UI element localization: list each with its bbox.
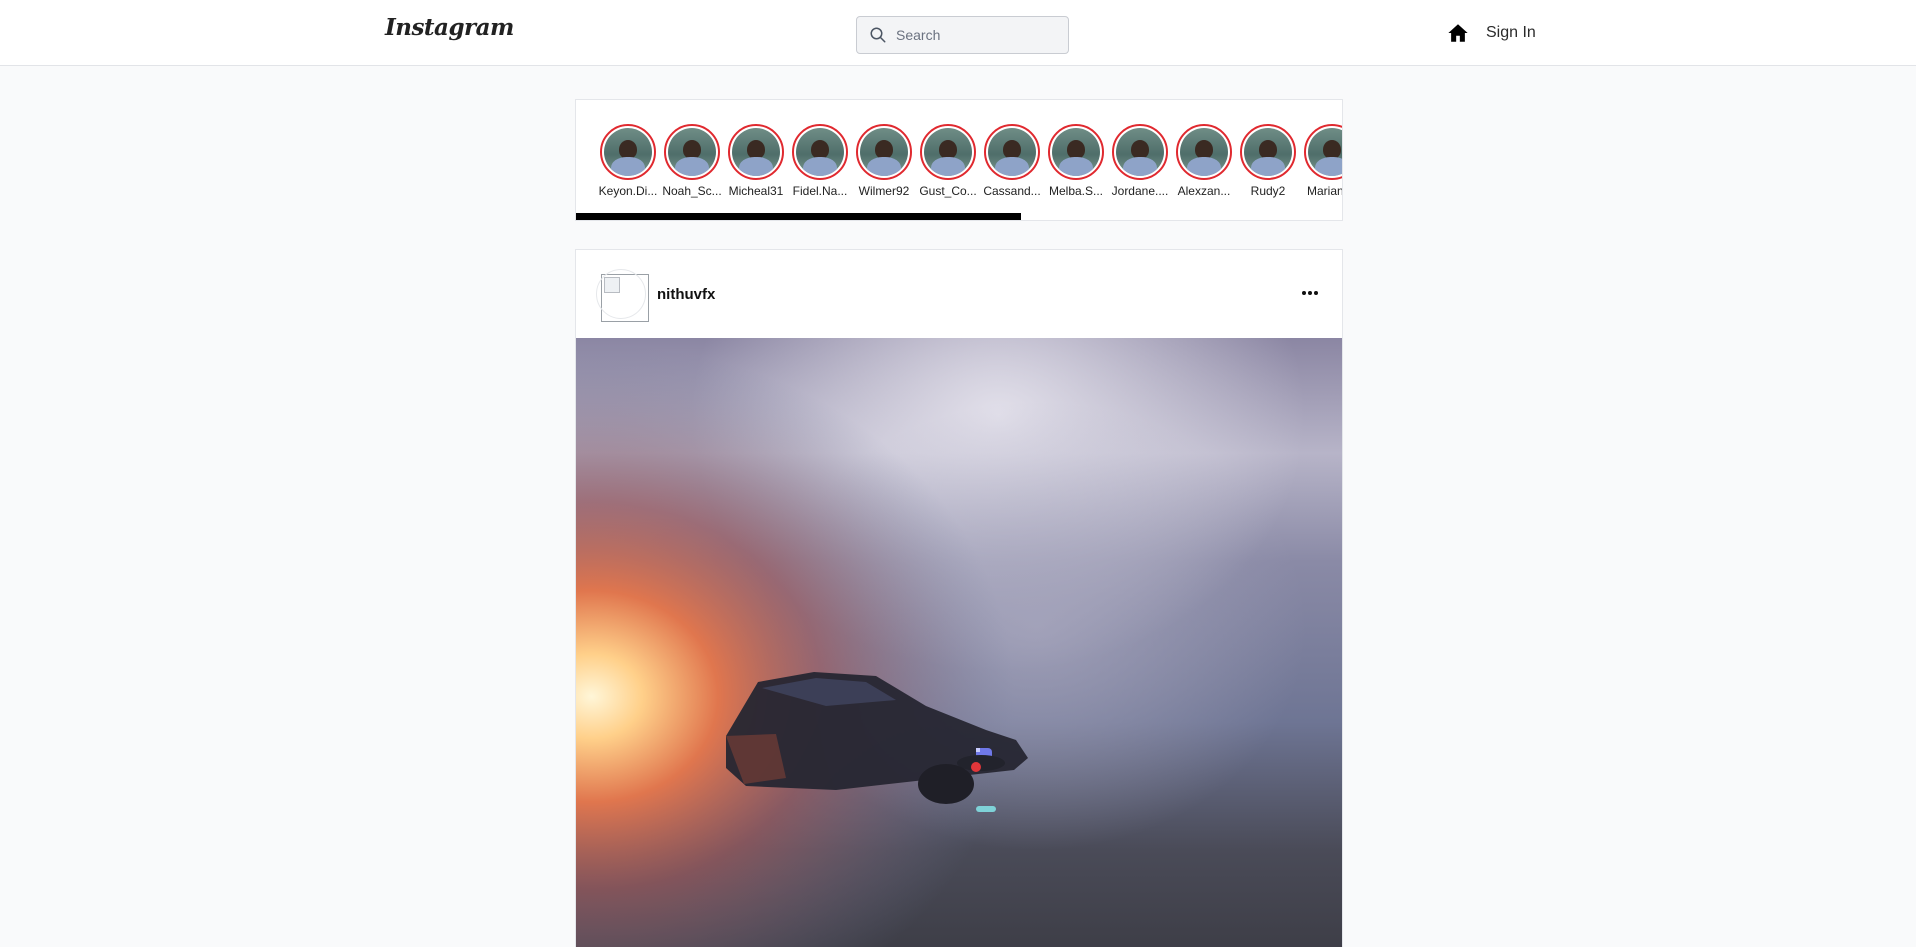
post-image[interactable] (576, 338, 1343, 947)
story-item[interactable]: Micheal31 (724, 124, 788, 198)
story-item[interactable]: Alexzan... (1172, 124, 1236, 198)
story-username: Alexzan... (1177, 184, 1231, 198)
story-avatar (1180, 128, 1228, 176)
story-avatar (604, 128, 652, 176)
avatar-body (803, 157, 837, 176)
story-username: Marianne (1306, 184, 1343, 198)
story-item[interactable]: Fidel.Na... (788, 124, 852, 198)
story-avatar (732, 128, 780, 176)
story-ring (728, 124, 784, 180)
story-username: Rudy2 (1250, 184, 1286, 198)
post-card: nithuvfx (575, 249, 1343, 947)
avatar-body (995, 157, 1029, 176)
avatar-body (1251, 157, 1285, 176)
story-username: Wilmer92 (858, 184, 910, 198)
post-username[interactable]: nithuvfx (657, 286, 715, 303)
story-item[interactable]: Marianne (1300, 124, 1343, 198)
stories-track: Keyon.Di... Noah_Sc... Micheal31 Fidel.Na..… (596, 124, 1343, 198)
story-avatar (1052, 128, 1100, 176)
home-icon[interactable] (1447, 22, 1469, 44)
story-item[interactable]: Gust_Co... (916, 124, 980, 198)
story-avatar (1116, 128, 1164, 176)
story-username: Cassand... (983, 184, 1041, 198)
story-ring (600, 124, 656, 180)
top-navbar: Instagram Sign In (0, 0, 1916, 66)
story-avatar (796, 128, 844, 176)
story-item[interactable]: Wilmer92 (852, 124, 916, 198)
search-icon (870, 27, 886, 43)
story-ring (664, 124, 720, 180)
avatar-body (1123, 157, 1157, 176)
story-avatar (860, 128, 908, 176)
story-item[interactable]: Melba.S... (1044, 124, 1108, 198)
stories-bar: Keyon.Di... Noah_Sc... Micheal31 Fidel.Na..… (575, 99, 1343, 221)
avatar-body (611, 157, 645, 176)
story-ring (792, 124, 848, 180)
story-username: Noah_Sc... (662, 184, 722, 198)
avatar-body (931, 157, 965, 176)
avatar-body (1315, 157, 1342, 176)
sign-in-link[interactable]: Sign In (1486, 24, 1536, 42)
story-username: Gust_Co... (919, 184, 977, 198)
story-ring (1240, 124, 1296, 180)
story-avatar (668, 128, 716, 176)
story-username: Micheal31 (728, 184, 784, 198)
avatar-body (675, 157, 709, 176)
story-username: Keyon.Di... (598, 184, 658, 198)
avatar-body (739, 157, 773, 176)
story-username: Melba.S... (1048, 184, 1104, 198)
avatar-body (1187, 157, 1221, 176)
story-avatar (1244, 128, 1292, 176)
story-ring (1112, 124, 1168, 180)
story-username: Jordane.... (1111, 184, 1169, 198)
story-ring (984, 124, 1040, 180)
search-input[interactable] (896, 20, 1046, 50)
stories-scrollbar[interactable] (576, 213, 1022, 220)
avatar-body (867, 157, 901, 176)
story-item[interactable]: Rudy2 (1236, 124, 1300, 198)
post-author-avatar[interactable] (596, 269, 649, 322)
story-item[interactable]: Cassand... (980, 124, 1044, 198)
story-ring (920, 124, 976, 180)
story-ring (1048, 124, 1104, 180)
story-ring (856, 124, 912, 180)
instagram-logo[interactable]: Instagram (385, 14, 514, 41)
story-ring (1304, 124, 1342, 180)
story-avatar (924, 128, 972, 176)
broken-image-icon (604, 277, 620, 293)
story-username: Fidel.Na... (792, 184, 848, 198)
avatar-body (1059, 157, 1093, 176)
more-horizontal-icon[interactable] (1301, 290, 1319, 296)
search-box[interactable] (856, 16, 1069, 54)
story-item[interactable]: Keyon.Di... (596, 124, 660, 198)
story-item[interactable]: Noah_Sc... (660, 124, 724, 198)
story-item[interactable]: Jordane.... (1108, 124, 1172, 198)
story-avatar (1308, 128, 1342, 176)
story-ring (1176, 124, 1232, 180)
story-avatar (988, 128, 1036, 176)
